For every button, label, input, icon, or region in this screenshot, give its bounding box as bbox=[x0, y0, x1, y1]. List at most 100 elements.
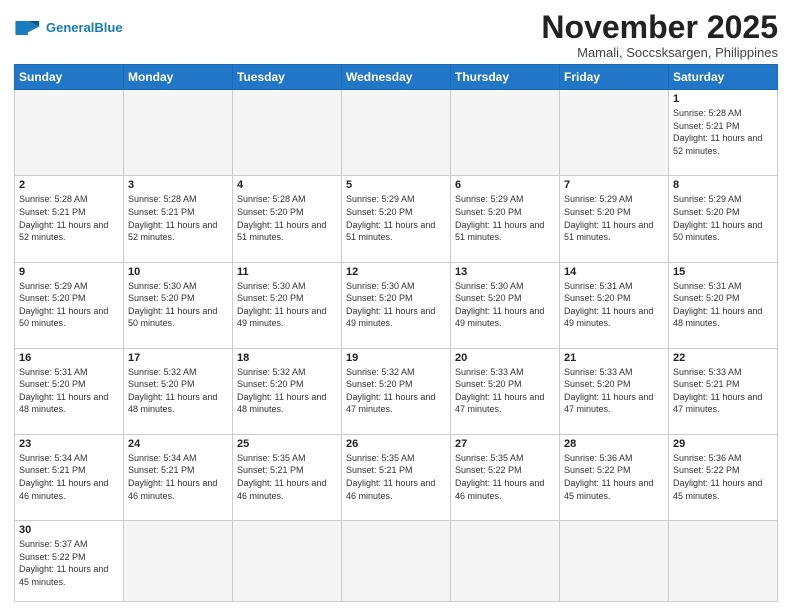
weekday-header-wednesday: Wednesday bbox=[342, 65, 451, 90]
calendar-cell bbox=[560, 90, 669, 176]
day-number: 28 bbox=[564, 438, 664, 450]
calendar-cell: 16 Sunrise: 5:31 AMSunset: 5:20 PMDayligh… bbox=[15, 348, 124, 434]
calendar-cell: 20Sunrise: 5:33 AMSunset: 5:20 PMDayligh… bbox=[451, 348, 560, 434]
calendar-cell: 26 Sunrise: 5:35 AMSunset: 5:21 PMDayligh… bbox=[342, 434, 451, 520]
calendar-week-row: 30 Sunrise: 5:37 AMSunset: 5:22 PMDayligh… bbox=[15, 521, 778, 602]
day-number: 6 bbox=[455, 179, 555, 191]
day-info: Sunrise: 5:35 AMSunset: 5:21 PMDaylight:… bbox=[346, 452, 446, 502]
calendar-cell: 17Sunrise: 5:32 AMSunset: 5:20 PMDayligh… bbox=[124, 348, 233, 434]
weekday-header-row: SundayMondayTuesdayWednesdayThursdayFrid… bbox=[15, 65, 778, 90]
calendar-cell: 18Sunrise: 5:32 AMSunset: 5:20 PMDayligh… bbox=[233, 348, 342, 434]
calendar-cell bbox=[560, 521, 669, 602]
day-info: Sunrise: 5:28 AMSunset: 5:21 PMDaylight:… bbox=[673, 107, 773, 157]
calendar-cell bbox=[451, 521, 560, 602]
day-info: Sunrise: 5:29 AMSunset: 5:20 PMDaylight:… bbox=[455, 193, 555, 243]
day-info: Sunrise: 5:31 AMSunset: 5:20 PMDaylight:… bbox=[19, 366, 119, 416]
day-number: 13 bbox=[455, 266, 555, 278]
day-info: Sunrise: 5:37 AMSunset: 5:22 PMDaylight:… bbox=[19, 538, 119, 588]
calendar-cell: 13 Sunrise: 5:30 AMSunset: 5:20 PMDayligh… bbox=[451, 262, 560, 348]
calendar-cell bbox=[15, 90, 124, 176]
calendar-cell bbox=[233, 521, 342, 602]
day-info: Sunrise: 5:29 AMSunset: 5:20 PMDaylight:… bbox=[346, 193, 446, 243]
calendar-cell: 9 Sunrise: 5:29 AMSunset: 5:20 PMDaylight… bbox=[15, 262, 124, 348]
calendar-cell bbox=[451, 90, 560, 176]
calendar-cell: 6 Sunrise: 5:29 AMSunset: 5:20 PMDaylight… bbox=[451, 176, 560, 262]
calendar-cell bbox=[342, 521, 451, 602]
day-info: Sunrise: 5:32 AMSunset: 5:20 PMDaylight:… bbox=[128, 366, 228, 416]
calendar-cell: 2Sunrise: 5:28 AMSunset: 5:21 PMDaylight… bbox=[15, 176, 124, 262]
calendar-cell: 10Sunrise: 5:30 AMSunset: 5:20 PMDayligh… bbox=[124, 262, 233, 348]
day-number: 22 bbox=[673, 352, 773, 364]
calendar-cell bbox=[124, 90, 233, 176]
calendar-week-row: 2Sunrise: 5:28 AMSunset: 5:21 PMDaylight… bbox=[15, 176, 778, 262]
day-number: 11 bbox=[237, 266, 337, 278]
calendar-week-row: 23 Sunrise: 5:34 AMSunset: 5:21 PMDayligh… bbox=[15, 434, 778, 520]
day-number: 7 bbox=[564, 179, 664, 191]
day-number: 16 bbox=[19, 352, 119, 364]
day-info: Sunrise: 5:34 AMSunset: 5:21 PMDaylight:… bbox=[19, 452, 119, 502]
calendar-cell: 8 Sunrise: 5:29 AMSunset: 5:20 PMDaylight… bbox=[669, 176, 778, 262]
day-info: Sunrise: 5:30 AMSunset: 5:20 PMDaylight:… bbox=[237, 280, 337, 330]
day-info: Sunrise: 5:29 AMSunset: 5:20 PMDaylight:… bbox=[673, 193, 773, 243]
calendar-cell bbox=[669, 521, 778, 602]
calendar-cell: 5 Sunrise: 5:29 AMSunset: 5:20 PMDaylight… bbox=[342, 176, 451, 262]
day-info: Sunrise: 5:35 AMSunset: 5:22 PMDaylight:… bbox=[455, 452, 555, 502]
calendar-cell: 23 Sunrise: 5:34 AMSunset: 5:21 PMDayligh… bbox=[15, 434, 124, 520]
day-number: 30 bbox=[19, 524, 119, 536]
day-info: Sunrise: 5:28 AMSunset: 5:20 PMDaylight:… bbox=[237, 193, 337, 243]
day-number: 9 bbox=[19, 266, 119, 278]
logo-general: General bbox=[46, 20, 94, 35]
day-number: 4 bbox=[237, 179, 337, 191]
calendar-cell: 19Sunrise: 5:32 AMSunset: 5:20 PMDayligh… bbox=[342, 348, 451, 434]
day-number: 15 bbox=[673, 266, 773, 278]
day-info: Sunrise: 5:31 AMSunset: 5:20 PMDaylight:… bbox=[564, 280, 664, 330]
day-number: 1 bbox=[673, 93, 773, 105]
generalblue-logo-icon bbox=[14, 14, 42, 42]
day-info: Sunrise: 5:30 AMSunset: 5:20 PMDaylight:… bbox=[455, 280, 555, 330]
calendar-cell: 14 Sunrise: 5:31 AMSunset: 5:20 PMDayligh… bbox=[560, 262, 669, 348]
title-block: November 2025 Mamali, Soccsksargen, Phil… bbox=[541, 10, 778, 60]
day-info: Sunrise: 5:29 AMSunset: 5:20 PMDaylight:… bbox=[19, 280, 119, 330]
day-number: 8 bbox=[673, 179, 773, 191]
calendar-week-row: 1 Sunrise: 5:28 AMSunset: 5:21 PMDaylight… bbox=[15, 90, 778, 176]
day-number: 26 bbox=[346, 438, 446, 450]
calendar-cell bbox=[233, 90, 342, 176]
header: GeneralBlue November 2025 Mamali, Soccsk… bbox=[14, 10, 778, 60]
day-info: Sunrise: 5:28 AMSunset: 5:21 PMDaylight:… bbox=[19, 193, 119, 243]
month-title: November 2025 bbox=[541, 10, 778, 45]
day-info: Sunrise: 5:32 AMSunset: 5:20 PMDaylight:… bbox=[346, 366, 446, 416]
day-number: 5 bbox=[346, 179, 446, 191]
day-info: Sunrise: 5:33 AMSunset: 5:20 PMDaylight:… bbox=[455, 366, 555, 416]
day-number: 12 bbox=[346, 266, 446, 278]
day-info: Sunrise: 5:32 AMSunset: 5:20 PMDaylight:… bbox=[237, 366, 337, 416]
calendar-cell bbox=[342, 90, 451, 176]
calendar-cell: 1 Sunrise: 5:28 AMSunset: 5:21 PMDaylight… bbox=[669, 90, 778, 176]
day-number: 25 bbox=[237, 438, 337, 450]
day-number: 14 bbox=[564, 266, 664, 278]
day-info: Sunrise: 5:31 AMSunset: 5:20 PMDaylight:… bbox=[673, 280, 773, 330]
calendar-cell: 15 Sunrise: 5:31 AMSunset: 5:20 PMDayligh… bbox=[669, 262, 778, 348]
day-info: Sunrise: 5:34 AMSunset: 5:21 PMDaylight:… bbox=[128, 452, 228, 502]
page: GeneralBlue November 2025 Mamali, Soccsk… bbox=[0, 0, 792, 612]
calendar-cell: 25Sunrise: 5:35 AMSunset: 5:21 PMDayligh… bbox=[233, 434, 342, 520]
calendar-cell: 7 Sunrise: 5:29 AMSunset: 5:20 PMDaylight… bbox=[560, 176, 669, 262]
calendar-cell: 28 Sunrise: 5:36 AMSunset: 5:22 PMDayligh… bbox=[560, 434, 669, 520]
day-info: Sunrise: 5:29 AMSunset: 5:20 PMDaylight:… bbox=[564, 193, 664, 243]
calendar-cell: 24Sunrise: 5:34 AMSunset: 5:21 PMDayligh… bbox=[124, 434, 233, 520]
weekday-header-saturday: Saturday bbox=[669, 65, 778, 90]
weekday-header-thursday: Thursday bbox=[451, 65, 560, 90]
day-info: Sunrise: 5:36 AMSunset: 5:22 PMDaylight:… bbox=[673, 452, 773, 502]
day-number: 23 bbox=[19, 438, 119, 450]
calendar-cell bbox=[124, 521, 233, 602]
day-number: 21 bbox=[564, 352, 664, 364]
calendar-cell: 30 Sunrise: 5:37 AMSunset: 5:22 PMDayligh… bbox=[15, 521, 124, 602]
calendar-cell: 3Sunrise: 5:28 AMSunset: 5:21 PMDaylight… bbox=[124, 176, 233, 262]
weekday-header-friday: Friday bbox=[560, 65, 669, 90]
calendar-cell: 29Sunrise: 5:36 AMSunset: 5:22 PMDayligh… bbox=[669, 434, 778, 520]
day-info: Sunrise: 5:30 AMSunset: 5:20 PMDaylight:… bbox=[128, 280, 228, 330]
location: Mamali, Soccsksargen, Philippines bbox=[541, 45, 778, 60]
logo-blue: Blue bbox=[94, 20, 122, 35]
day-info: Sunrise: 5:36 AMSunset: 5:22 PMDaylight:… bbox=[564, 452, 664, 502]
weekday-header-monday: Monday bbox=[124, 65, 233, 90]
calendar-week-row: 9 Sunrise: 5:29 AMSunset: 5:20 PMDaylight… bbox=[15, 262, 778, 348]
